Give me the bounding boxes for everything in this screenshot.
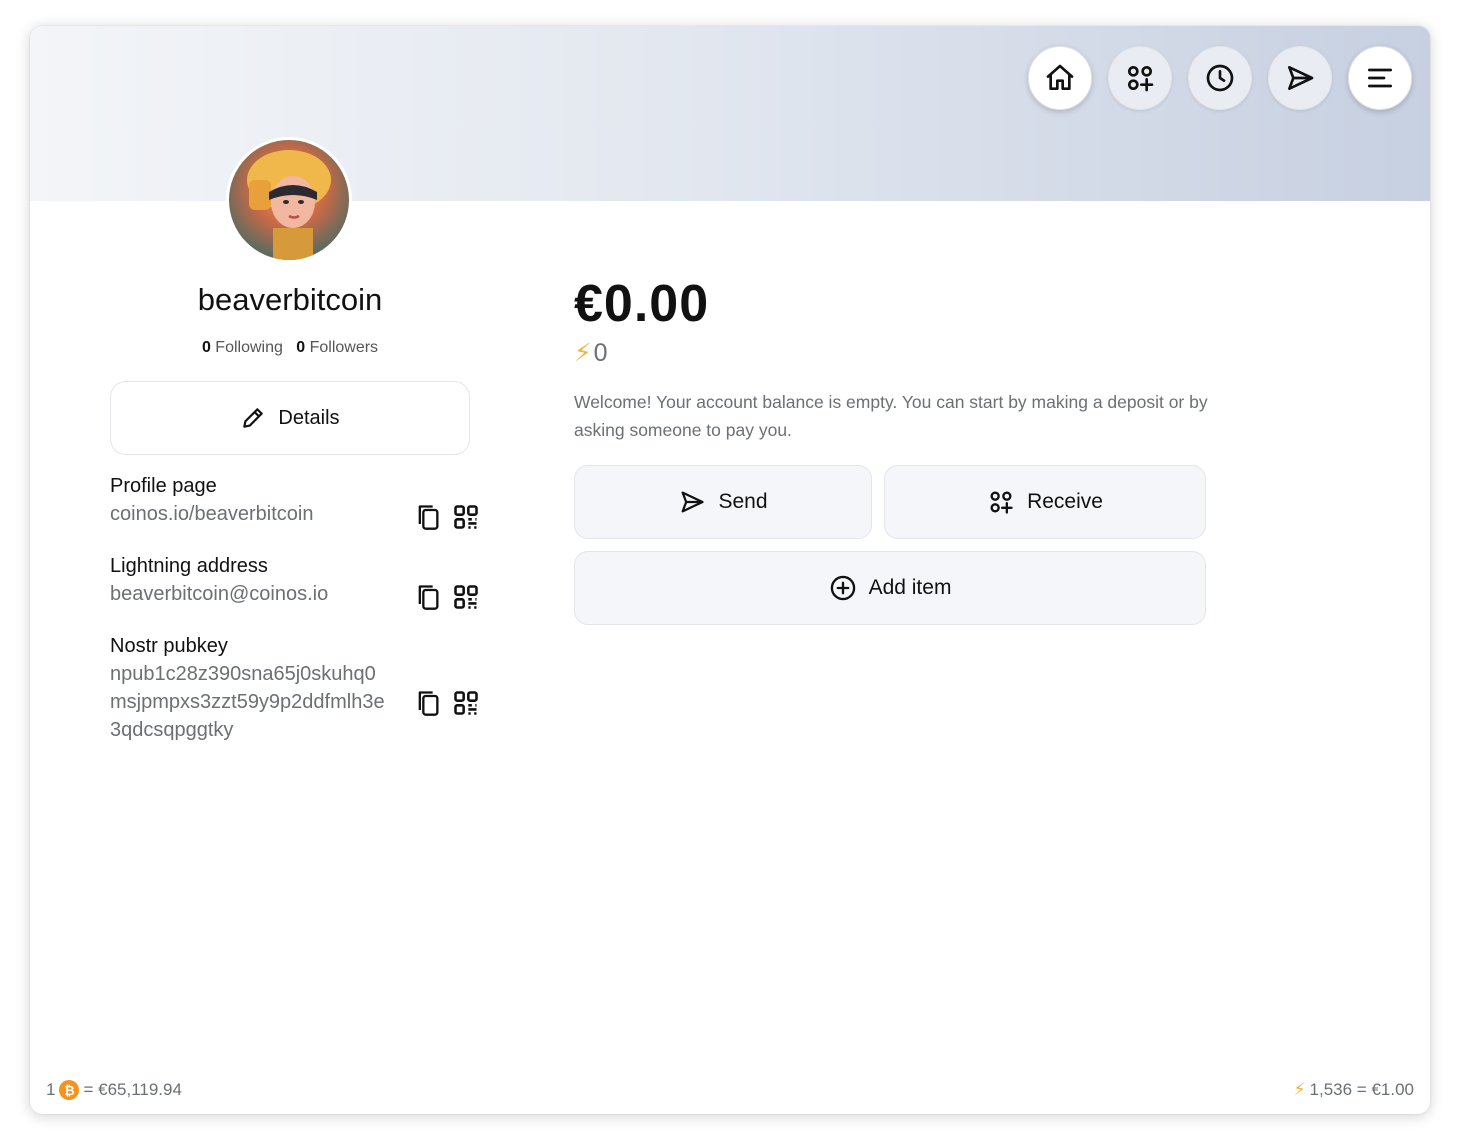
history-button[interactable] — [1188, 46, 1252, 110]
profile-page-actions — [414, 503, 480, 531]
menu-icon — [1368, 68, 1392, 88]
send-button[interactable]: Send — [574, 465, 872, 539]
send-nav-button[interactable] — [1268, 46, 1332, 110]
copy-icon[interactable] — [414, 689, 442, 717]
details-label: Details — [278, 406, 340, 429]
lightning-address-section: Lightning address beaverbitcoin@coinos.i… — [110, 555, 480, 611]
avatar-image — [247, 150, 331, 260]
btc-rate-value: = €65,119.94 — [83, 1080, 182, 1099]
send-icon — [682, 491, 705, 513]
receive-button[interactable]: Receive — [884, 465, 1206, 539]
lightning-bolt-icon: ⚡ — [574, 339, 592, 367]
follow-stats: 0 Following 0 Followers — [110, 339, 470, 357]
add-item-button[interactable]: Add item — [574, 551, 1206, 625]
welcome-message: Welcome! Your account balance is empty. … — [574, 392, 1208, 440]
btc-amount: 1 — [46, 1080, 56, 1099]
lightning-bolt-icon: ⚡ — [1293, 1080, 1306, 1099]
pencil-icon — [243, 408, 264, 428]
copy-icon[interactable] — [414, 583, 442, 611]
apps-button[interactable] — [1108, 46, 1172, 110]
copy-icon[interactable] — [414, 503, 442, 531]
clock-icon — [1206, 64, 1234, 92]
add-item-label: Add item — [868, 576, 952, 599]
fiat-balance: €0.00 — [574, 275, 710, 333]
plus-circle-icon — [830, 575, 855, 601]
sats-balance: ⚡ 0 — [574, 338, 607, 368]
profile-page-label: Profile page — [110, 475, 217, 497]
send-label: Send — [718, 490, 768, 513]
qr-code-icon[interactable] — [452, 689, 480, 717]
lightning-address-label: Lightning address — [110, 555, 268, 577]
receive-label: Receive — [1027, 490, 1103, 513]
grid-plus-icon — [1128, 66, 1154, 92]
details-button[interactable]: Details — [110, 381, 470, 455]
sats-value: 0 — [593, 338, 608, 367]
app-window: beaverbitcoin 0 Following 0 Followers De… — [30, 26, 1430, 1114]
qr-code-icon[interactable] — [452, 583, 480, 611]
btc-rate: 1 ₿ = €65,119.94 — [46, 1080, 182, 1100]
bitcoin-icon: ₿ — [59, 1080, 80, 1100]
nostr-pubkey-label: Nostr pubkey — [110, 635, 228, 657]
following-link[interactable]: 0 Following — [202, 339, 283, 356]
followers-link[interactable]: 0 Followers — [296, 339, 378, 356]
grid-plus-icon — [990, 491, 1013, 514]
sats-rate-value: 1,536 = €1.00 — [1309, 1080, 1414, 1099]
top-nav — [1028, 46, 1412, 110]
lightning-address-actions — [414, 583, 480, 611]
qr-code-icon[interactable] — [452, 503, 480, 531]
nostr-pubkey-actions — [414, 689, 480, 717]
home-button[interactable] — [1028, 46, 1092, 110]
send-icon — [1288, 66, 1314, 90]
avatar[interactable] — [226, 137, 352, 263]
menu-button[interactable] — [1348, 46, 1412, 110]
sats-rate: ⚡ 1,536 = €1.00 — [1294, 1080, 1414, 1100]
username: beaverbitcoin — [197, 282, 383, 317]
home-icon — [1046, 64, 1074, 90]
profile-page-section: Profile page coinos.io/beaverbitcoin — [110, 475, 480, 531]
nostr-pubkey-value[interactable]: npub1c28z390sna65j0skuhq0msjpmpxs3zzt59y… — [110, 660, 390, 744]
nostr-pubkey-section: Nostr pubkey npub1c28z390sna65j0skuhq0ms… — [110, 635, 480, 744]
